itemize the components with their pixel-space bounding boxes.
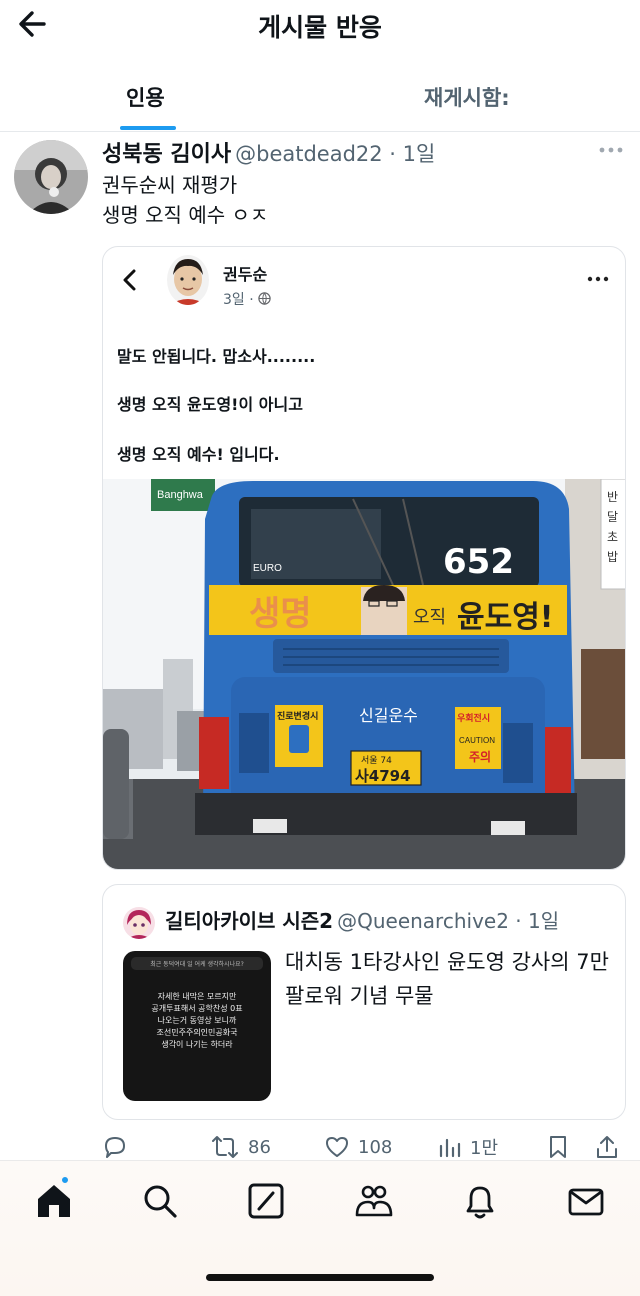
globe-icon [258, 292, 271, 305]
banner-name-text: 윤도영! [457, 600, 553, 635]
sticker-left-text: 진로변경시 [277, 710, 318, 722]
notification-dot [60, 1175, 70, 1185]
views-button[interactable]: 1만 [436, 1132, 498, 1162]
embedded-avatar [167, 255, 209, 305]
thumb-answer: 자세한 내막은 모르지만 공개투표해서 공학찬성 0표 나오는거 동영상 보니까… [127, 991, 267, 1051]
quoted-author-name: 길티아카이브 시즌2 [165, 909, 334, 933]
embedded-image[interactable]: 권두순 3일 · 말도 안됩니다. 맙소사........ 생명 오직 윤도영!… [102, 246, 626, 870]
embedded-text-line: 말도 안됩니다. 맙소사........ [117, 347, 316, 366]
thumb-question: 최근 동덕여대 일 어케 생각하시나요? [131, 957, 263, 970]
author-name[interactable]: 성북동 김이사 [102, 142, 231, 167]
post-text-line: 권두순씨 재평가 [102, 173, 238, 197]
share-icon [597, 1136, 617, 1158]
active-tab-indicator [120, 126, 176, 130]
tab-reposts[interactable]: 재게시함: [424, 82, 510, 112]
quote-post[interactable]: 성북동 김이사 @beatdead22 · 1일 권두순씨 재평가 생명 오직 예… [0, 132, 640, 1162]
sticker-caution-text: CAUTION [459, 736, 495, 745]
messages-icon[interactable] [566, 1181, 606, 1221]
like-button[interactable]: 108 [324, 1132, 392, 1162]
bus-number: 652 [443, 542, 514, 582]
heart-icon [326, 1137, 348, 1157]
street-sign-text: Banghwa [157, 489, 204, 501]
side-sign-2: 달 [607, 510, 618, 524]
post-text: 권두순씨 재평가 생명 오직 예수 ㅇㅈ [102, 170, 268, 230]
banner-big-text: 생명 [249, 594, 312, 634]
embedded-text-line: 생명 오직 예수! 입니다. [117, 445, 280, 464]
thumb-line: 공개투표해서 공학찬성 0표 [151, 1004, 243, 1013]
like-count: 108 [358, 1136, 393, 1158]
thumb-line: 조선민주주의인민공화국 [156, 1028, 238, 1037]
share-button[interactable] [594, 1132, 620, 1162]
embedded-text-line: 생명 오직 윤도영!이 아니고 [117, 395, 303, 414]
top-bar: 게시물 반응 [0, 0, 640, 48]
side-sign-3: 초 [607, 530, 618, 544]
thumb-line: 나오는거 동영상 보니까 [157, 1016, 237, 1025]
author-handle-time: @beatdead22 · 1일 [235, 142, 436, 166]
thumb-line: 생각이 나기는 하더라 [161, 1040, 233, 1049]
bus-company: 신길운수 [359, 706, 418, 725]
quoted-post[interactable]: 길티아카이브 시즌2 @Queenarchive2 · 1일 최근 동덕여대 일 … [102, 884, 626, 1120]
reply-button[interactable] [102, 1132, 128, 1162]
embedded-time: 3일 · [223, 289, 271, 309]
quoted-text: 대치동 1타강사인 윤도영 강사의 7만 팔로워 기념 무물 [285, 950, 609, 1008]
communities-icon[interactable] [354, 1181, 394, 1221]
views-count: 1만 [470, 1138, 499, 1159]
bookmark-button[interactable] [546, 1132, 570, 1162]
embedded-author-name: 권두순 [223, 265, 268, 284]
bus-photo: Banghwa 반 달 초 밥 652 EURO 생명 오직 윤도영! 신길운수… [103, 479, 625, 869]
quoted-avatar [123, 907, 155, 939]
banner-portrait [361, 585, 407, 635]
search-icon[interactable] [140, 1181, 180, 1221]
chevron-left-icon [123, 269, 136, 291]
views-icon [439, 1138, 461, 1158]
tab-quotes[interactable]: 인용 [126, 82, 165, 112]
grok-icon[interactable] [246, 1181, 286, 1221]
repost-icon [212, 1136, 238, 1158]
side-sign-4: 밥 [607, 550, 618, 564]
tab-bar: 인용 재게시함: [0, 76, 640, 132]
more-options-icon[interactable] [598, 144, 624, 156]
sticker-right-text: 우회전시 [457, 712, 490, 724]
quoted-header: 길티아카이브 시즌2 @Queenarchive2 · 1일 [165, 905, 559, 934]
page-title: 게시물 반응 [258, 13, 382, 42]
plate-bottom: 사4794 [355, 767, 411, 785]
banner-small-text: 오직 [413, 607, 446, 628]
post-text-line: 생명 오직 예수 ㅇㅈ [102, 203, 269, 227]
home-indicator [206, 1274, 434, 1281]
embedded-more-icon [587, 276, 609, 282]
plate-top: 서울 74 [361, 755, 392, 766]
notifications-icon[interactable] [460, 1181, 500, 1221]
quoted-thumbnail: 최근 동덕여대 일 어케 생각하시나요? 자세한 내막은 모르지만 공개투표해서… [123, 951, 271, 1101]
home-icon[interactable] [34, 1181, 74, 1221]
post-actions: 86 108 1만 [100, 1132, 630, 1162]
post-header: 성북동 김이사 @beatdead22 · 1일 [102, 136, 435, 168]
repost-button[interactable]: 86 [210, 1132, 271, 1162]
bookmark-icon [550, 1136, 566, 1158]
repost-count: 86 [248, 1136, 271, 1158]
euro-tag: EURO [253, 563, 282, 574]
embedded-time-text: 3일 · [223, 292, 254, 308]
side-sign-1: 반 [607, 490, 618, 504]
quoted-handle-time: @Queenarchive2 · 1일 [337, 909, 560, 933]
sticker-warning-text: 주의 [469, 749, 491, 764]
reply-icon [105, 1137, 125, 1158]
thumb-line: 자세한 내막은 모르지만 [157, 992, 237, 1001]
avatar[interactable] [14, 140, 88, 214]
